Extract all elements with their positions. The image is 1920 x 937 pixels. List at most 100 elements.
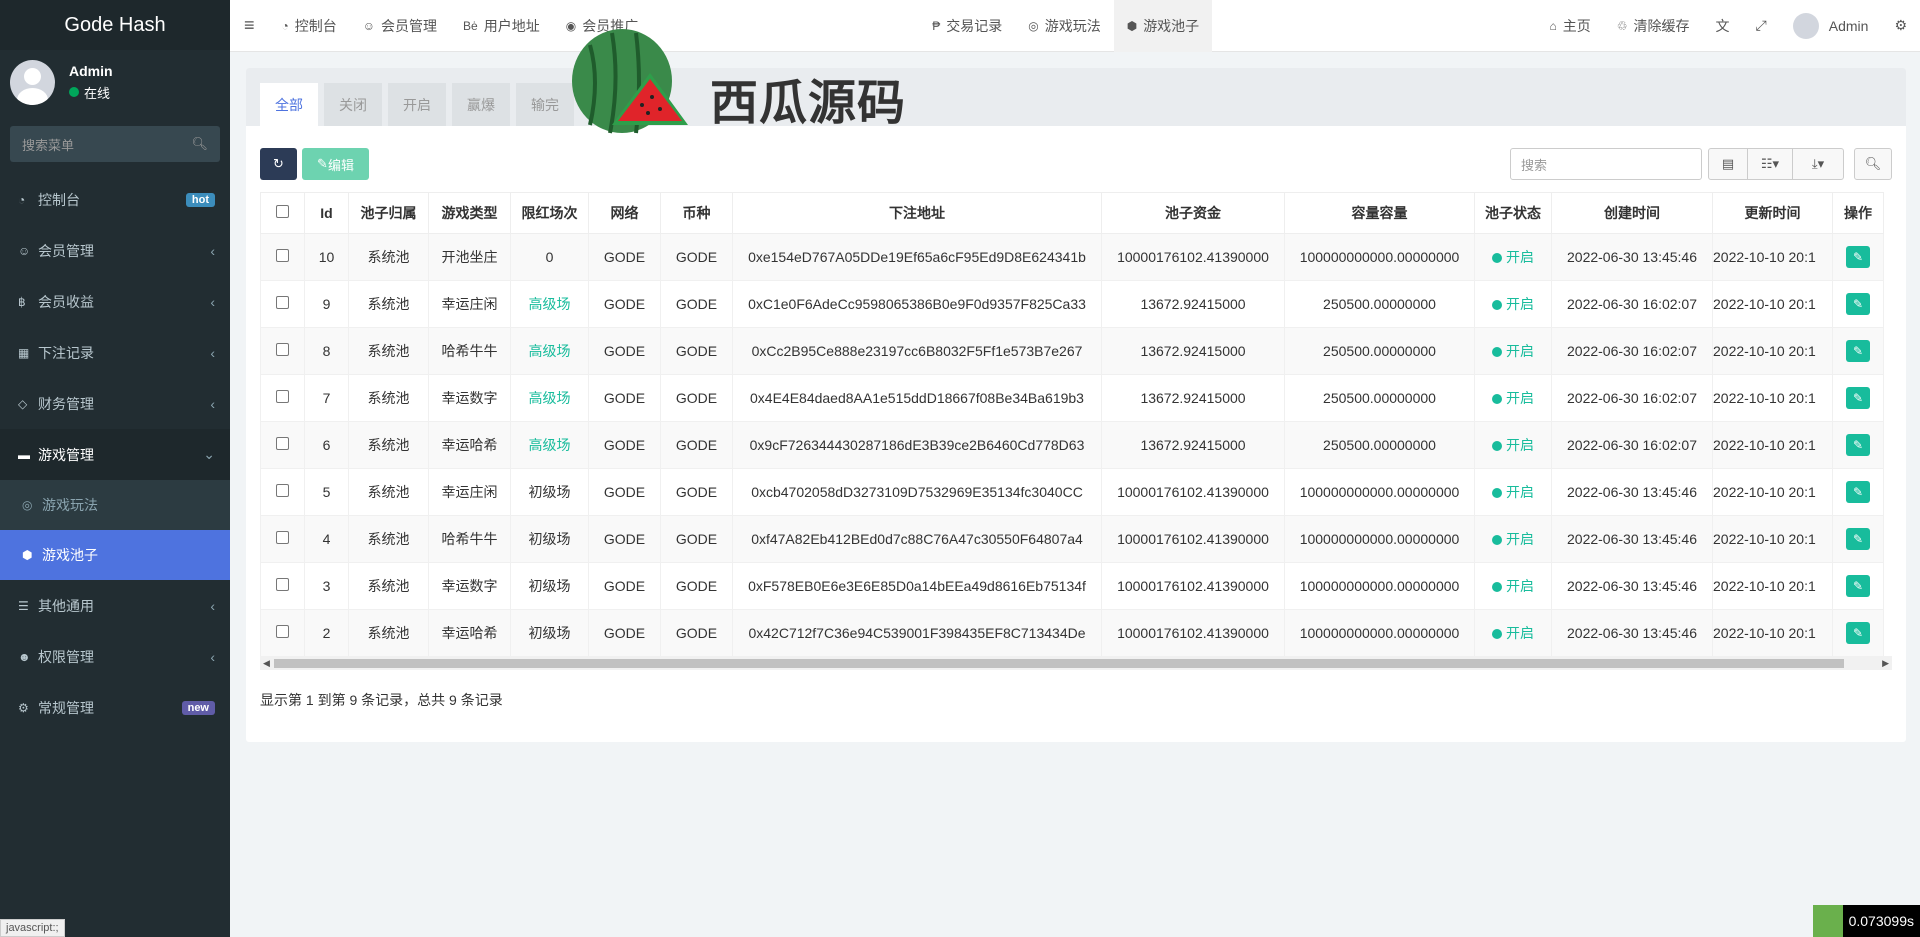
row-checkbox[interactable] [276, 296, 289, 309]
refresh-button[interactable]: ↻ [260, 148, 297, 180]
edit-row-button[interactable]: ✎ [1846, 340, 1870, 362]
sidebar-item-members[interactable]: ☺ 会员管理 ‹ [0, 225, 230, 276]
row-checkbox[interactable] [276, 249, 289, 262]
edit-row-button[interactable]: ✎ [1846, 481, 1870, 503]
cell-bet-address: 0xf47A82Eb412BEd0d7c88C76A47c30550F64807… [732, 515, 1102, 563]
sidebar-item-member-earnings[interactable]: ฿会员收益 ‹ [0, 276, 230, 327]
status-dot-icon [1492, 300, 1502, 310]
sidebar-item-general[interactable]: ☰ 其他通用 ‹ [0, 580, 230, 631]
sidebar-item-settings[interactable]: ⚙ 常规管理 new [0, 682, 230, 733]
edit-row-button[interactable]: ✎ [1846, 246, 1870, 268]
edit-button[interactable]: ✎ 编辑 [302, 148, 369, 180]
clear-cache-button[interactable]: ♲ 清除缓存 [1604, 0, 1703, 52]
col-header-capacity[interactable]: 容量容量 [1284, 192, 1475, 234]
table-row[interactable]: 7 系统池 幸运数字 高级场 GODE GODE 0x4E4E84daed8AA1e515d… [260, 374, 1884, 422]
cell-updated: 2022-10-10 20:1 [1712, 374, 1833, 422]
nav-tab-dashboard[interactable]: ◔ 控制台 [269, 0, 350, 52]
nav-tab-game-pool[interactable]: ⬢ 游戏池子 [1113, 0, 1213, 52]
row-checkbox[interactable] [276, 343, 289, 356]
nav-tab-transactions[interactable]: ₱ 交易记录 [919, 0, 1015, 52]
advanced-search-button[interactable]: 🔍︎ [1854, 148, 1892, 180]
home-icon: ⌂ [1549, 18, 1557, 33]
nav-tab-user-address[interactable]: Bė 用户地址 [450, 0, 553, 52]
table-row[interactable]: 5 系统池 幸运庄闲 初级场 GODE GODE 0xcb4702058dD3273109D… [260, 468, 1884, 516]
language-icon[interactable]: 文 [1703, 0, 1743, 52]
cell-game-type: 哈希牛牛 [428, 327, 511, 375]
horizontal-scrollbar[interactable]: ◀ ▶ [260, 656, 1892, 670]
nav-tab-members[interactable]: ☺ 会员管理 [350, 0, 450, 52]
tab-closed[interactable]: 关闭 [324, 83, 382, 126]
col-header-network[interactable]: 网络 [588, 192, 661, 234]
col-header-coin[interactable]: 币种 [660, 192, 733, 234]
table-row[interactable]: 6 系统池 幸运哈希 高级场 GODE GODE 0x9cF726344430287186d… [260, 421, 1884, 469]
edit-row-button[interactable]: ✎ [1846, 293, 1870, 315]
settings-gear-icon[interactable]: ⚙ [1881, 0, 1920, 52]
col-header-created[interactable]: 创建时间 [1551, 192, 1713, 234]
trash-icon: ♲ [1616, 18, 1628, 33]
user-status: 在线 [69, 83, 113, 102]
fullscreen-icon[interactable]: ⤢ [1743, 0, 1780, 52]
col-header-id[interactable]: Id [304, 192, 349, 234]
table-row[interactable]: 10 系统池 开池坐庄 0 GODE GODE 0xe154eD767A05DDe19Ef6… [260, 233, 1884, 281]
cell-capacity: 100000000000.00000000 [1284, 562, 1475, 610]
scroll-right-icon[interactable]: ▶ [1882, 656, 1889, 670]
status-dot-icon [1492, 535, 1502, 545]
col-header-limit-level[interactable]: 限红场次 [510, 192, 589, 234]
row-checkbox[interactable] [276, 484, 289, 497]
cell-updated: 2022-10-10 20:1 [1712, 327, 1833, 375]
debugbar-icon[interactable] [1812, 905, 1843, 937]
scrollbar-thumb[interactable] [274, 659, 1844, 668]
sidebar-item-permissions[interactable]: ☻ 权限管理 ‹ [0, 631, 230, 682]
table-row[interactable]: 2 系统池 幸运哈希 初级场 GODE GODE 0x42C712f7C36e94C5390… [260, 609, 1884, 657]
cell-bet-address: 0xC1e0F6AdeCc9598065386B0e9F0d9357F825Ca… [732, 280, 1102, 328]
col-header-game-type[interactable]: 游戏类型 [428, 192, 511, 234]
table-row[interactable]: 8 系统池 哈希牛牛 高级场 GODE GODE 0xCc2B95Ce888e23197cc… [260, 327, 1884, 375]
row-checkbox[interactable] [276, 578, 289, 591]
cell-capacity: 250500.00000000 [1284, 421, 1475, 469]
brand-logo[interactable]: Gode Hash [0, 0, 230, 50]
tab-open[interactable]: 开启 [388, 83, 446, 126]
search-icon[interactable]: 🔍︎ [191, 136, 208, 152]
cell-coin: GODE [660, 515, 733, 563]
col-header-owner[interactable]: 池子归属 [348, 192, 429, 234]
col-header-actions: 操作 [1832, 192, 1884, 234]
tab-win-burst[interactable]: 赢爆 [452, 83, 510, 126]
col-header-pool-funds[interactable]: 池子资金 [1101, 192, 1285, 234]
table-row[interactable]: 9 系统池 幸运庄闲 高级场 GODE GODE 0xC1e0F6AdeCc95980653… [260, 280, 1884, 328]
home-link[interactable]: ⌂ 主页 [1537, 0, 1604, 52]
sidebar-item-game-rules[interactable]: ◎ 游戏玩法 [0, 480, 230, 530]
row-checkbox[interactable] [276, 531, 289, 544]
sidebar-item-bet-records[interactable]: ▦ 下注记录 ‹ [0, 327, 230, 378]
sidebar-item-game-pool[interactable]: ⬢ 游戏池子 [0, 530, 230, 580]
edit-row-button[interactable]: ✎ [1846, 622, 1870, 644]
table-row[interactable]: 4 系统池 哈希牛牛 初级场 GODE GODE 0xf47A82Eb412BEd0d7c8… [260, 515, 1884, 563]
row-checkbox[interactable] [276, 390, 289, 403]
tab-all[interactable]: 全部 [260, 83, 318, 126]
edit-row-button[interactable]: ✎ [1846, 528, 1870, 550]
col-header-updated[interactable]: 更新时间 [1712, 192, 1833, 234]
edit-row-button[interactable]: ✎ [1846, 575, 1870, 597]
cell-capacity: 100000000000.00000000 [1284, 233, 1475, 281]
cell-pool-status: 开启 [1474, 233, 1552, 281]
edit-row-button[interactable]: ✎ [1846, 387, 1870, 409]
select-all-checkbox[interactable] [276, 205, 289, 218]
nav-tab-game-rules[interactable]: ◎ 游戏玩法 [1015, 0, 1113, 52]
col-header-bet-address[interactable]: 下注地址 [732, 192, 1102, 234]
edit-row-button[interactable]: ✎ [1846, 434, 1870, 456]
toggle-view-button[interactable]: ▤ [1708, 148, 1748, 180]
cell-created: 2022-06-30 13:45:46 [1551, 233, 1713, 281]
row-checkbox[interactable] [276, 437, 289, 450]
col-header-pool-status[interactable]: 池子状态 [1474, 192, 1552, 234]
sidebar-search-input[interactable]: 搜索菜单 🔍︎ [10, 126, 220, 162]
table-row[interactable]: 3 系统池 幸运数字 初级场 GODE GODE 0xF578EB0E6e3E6E85D0a… [260, 562, 1884, 610]
row-checkbox[interactable] [276, 625, 289, 638]
sidebar-item-finance[interactable]: ◇ 财务管理 ‹ [0, 378, 230, 429]
menu-toggle-icon[interactable]: ≡ [230, 15, 269, 36]
sidebar-item-game-management[interactable]: ▬ 游戏管理 ⌄ [0, 429, 230, 480]
export-button[interactable]: ⤓▾ [1792, 148, 1844, 180]
user-menu[interactable]: Admin [1780, 0, 1882, 52]
sidebar-item-dashboard[interactable]: ◔ 控制台 hot [0, 174, 230, 225]
columns-button[interactable]: ☷▾ [1747, 148, 1793, 180]
scroll-left-icon[interactable]: ◀ [263, 656, 270, 670]
table-search-input[interactable]: 搜索 [1510, 148, 1702, 180]
